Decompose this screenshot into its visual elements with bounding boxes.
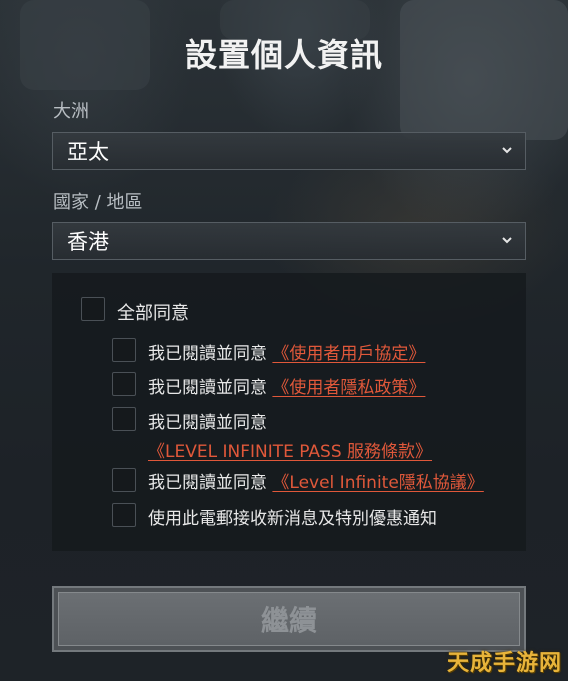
email-opt-in-label: 使用此電郵接收新消息及特別優惠通知 — [148, 509, 437, 529]
agree-all-checkbox[interactable] — [81, 297, 105, 321]
pass-terms-text: 《LEVEL INFINITE PASS 服務條款》 — [148, 437, 432, 462]
watermark: 天成手游网 — [446, 651, 562, 676]
agree-all-label: 全部同意 — [117, 303, 189, 324]
pass-terms-prefix: 我已閱讀並同意 — [148, 413, 267, 433]
pass-terms-checkbox[interactable] — [112, 407, 136, 431]
chevron-down-icon — [502, 147, 512, 154]
email-opt-in-checkbox[interactable] — [112, 503, 136, 527]
user-agreement-text: 我已閱讀並同意 《使用者用戶協定》 — [148, 339, 425, 364]
region-label: 國家 / 地區 — [53, 192, 143, 213]
privacy-policy-link[interactable]: 《使用者隱私政策》 — [272, 378, 425, 398]
continue-button[interactable]: 繼續 — [58, 592, 520, 646]
pass-terms-link[interactable]: 《LEVEL INFINITE PASS 服務條款》 — [148, 442, 432, 462]
agreement-prefix: 我已閱讀並同意 — [148, 378, 267, 398]
user-agreement-link[interactable]: 《使用者用戶協定》 — [272, 344, 425, 364]
continue-button-frame: 繼續 — [52, 586, 526, 652]
privacy-policy-text: 我已閱讀並同意 《使用者隱私政策》 — [148, 373, 425, 398]
user-agreement-checkbox[interactable] — [112, 338, 136, 362]
region-value: 香港 — [67, 230, 109, 254]
continent-select[interactable]: 亞太 — [52, 132, 526, 170]
privacy-policy-checkbox[interactable] — [112, 372, 136, 396]
level-infinite-privacy-link[interactable]: 《Level Infinite隱私協議》 — [272, 473, 483, 493]
agreement-prefix: 我已閱讀並同意 — [148, 473, 267, 493]
chevron-down-icon — [502, 237, 512, 244]
continent-value: 亞太 — [67, 140, 109, 164]
agreement-prefix: 我已閱讀並同意 — [148, 344, 267, 364]
level-infinite-privacy-text: 我已閱讀並同意 《Level Infinite隱私協議》 — [148, 468, 484, 493]
page-title: 設置個人資訊 — [184, 36, 383, 74]
level-infinite-privacy-checkbox[interactable] — [112, 468, 136, 492]
continent-label: 大洲 — [53, 101, 89, 122]
region-select[interactable]: 香港 — [52, 222, 526, 260]
